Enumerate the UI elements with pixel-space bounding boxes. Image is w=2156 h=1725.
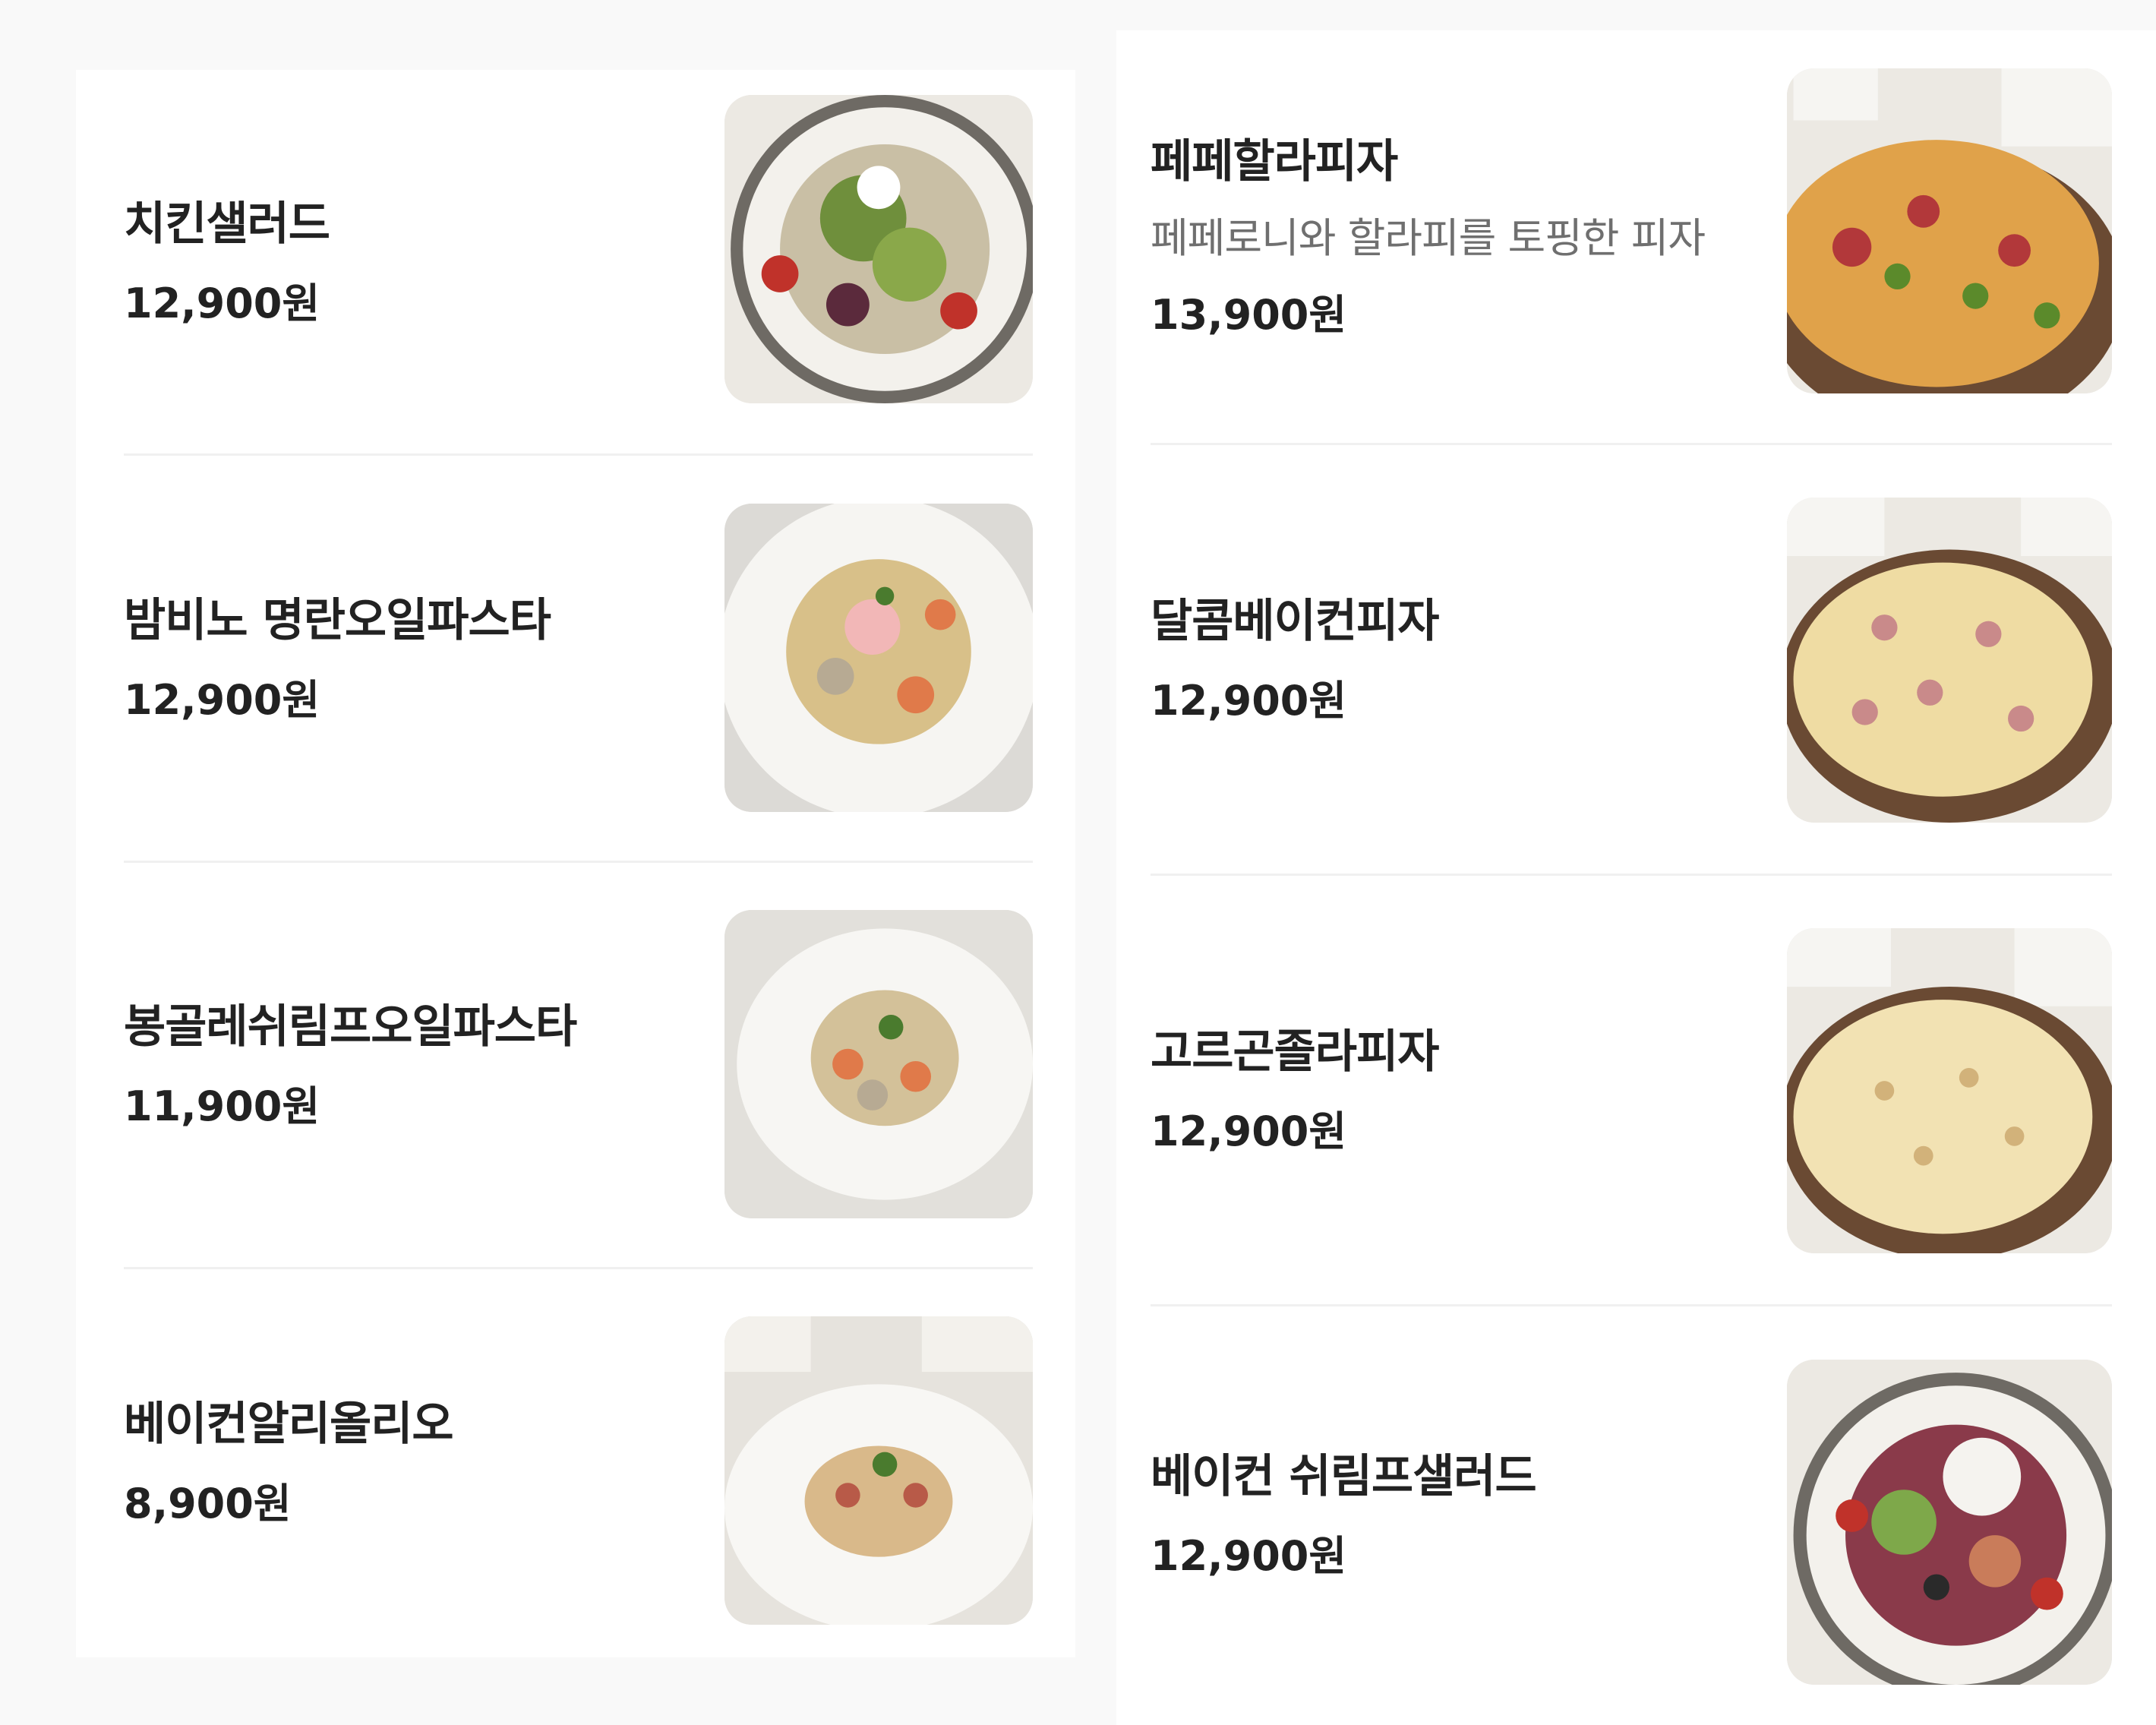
menu-item-name: 달콤베이컨피자 [1151, 594, 1439, 648]
pizza-photo[interactable] [1787, 928, 2112, 1253]
menu-item-name: 베이컨 쉬림프샐러드 [1151, 1450, 1537, 1503]
menu-item-text: 베이컨알리올리오 8,900원 [124, 1268, 454, 1657]
menu-item-description: 페페로니와 할라피를 토핑한 피자 [1151, 214, 1706, 262]
menu-item-text: 치킨샐러드 12,900원 [124, 70, 330, 455]
menu-item-text: 고르곤졸라피자 12,900원 [1151, 875, 1439, 1306]
menu-item-price: 12,900원 [124, 675, 320, 724]
salad-photo[interactable] [724, 95, 1033, 403]
menu-column-right: 페페할라피자 페페로니와 할라피를 토핑한 피자 13,900원 달콤베이컨피자… [1116, 30, 2156, 1725]
menu-item-text: 페페할라피자 페페로니와 할라피를 토핑한 피자 13,900원 [1151, 30, 1706, 444]
menu-item-price: 12,900원 [1151, 1107, 1347, 1155]
menu-item[interactable]: 밤비노 명란오일파스타 12,900원 [76, 456, 1075, 863]
menu-item-price: 8,900원 [124, 1480, 292, 1528]
menu-item-text: 밤비노 명란오일파스타 12,900원 [124, 456, 551, 862]
menu-item-price: 13,900원 [1151, 291, 1347, 339]
menu-item-name: 봉골레쉬림프오일파스타 [124, 1000, 577, 1054]
pizza-photo[interactable] [1787, 68, 2112, 393]
menu-item[interactable]: 베이컨 쉬림프샐러드 12,900원 [1116, 1306, 2156, 1725]
pasta-photo[interactable] [724, 910, 1033, 1218]
menu-item[interactable]: 고르곤졸라피자 12,900원 [1116, 875, 2156, 1306]
menu-item-text: 봉골레쉬림프오일파스타 11,900원 [124, 862, 577, 1268]
menu-item[interactable]: 치킨샐러드 12,900원 [76, 70, 1075, 456]
menu-item-text: 달콤베이컨피자 12,900원 [1151, 444, 1439, 875]
pasta-photo[interactable] [724, 504, 1033, 812]
menu-item[interactable]: 베이컨알리올리오 8,900원 [76, 1268, 1075, 1657]
menu-item-name: 베이컨알리올리오 [124, 1398, 454, 1451]
pasta-photo[interactable] [724, 1316, 1033, 1625]
pizza-photo[interactable] [1787, 498, 2112, 823]
menu-item-name: 치킨샐러드 [124, 197, 330, 251]
menu-item-name: 밤비노 명란오일파스타 [124, 593, 551, 647]
menu-item-name: 고르곤졸라피자 [1151, 1025, 1439, 1079]
menu-item[interactable]: 봉골레쉬림프오일파스타 11,900원 [76, 862, 1075, 1269]
menu-item-price: 11,900원 [124, 1082, 320, 1130]
menu-item-price: 12,900원 [1151, 676, 1347, 725]
menu-item-price: 12,900원 [1151, 1532, 1347, 1580]
menu-item-text: 베이컨 쉬림프샐러드 12,900원 [1151, 1306, 1537, 1725]
salad-photo[interactable] [1787, 1360, 2112, 1685]
menu-item[interactable]: 달콤베이컨피자 12,900원 [1116, 444, 2156, 876]
menu-item[interactable]: 페페할라피자 페페로니와 할라피를 토핑한 피자 13,900원 [1116, 30, 2156, 445]
menu-item-name: 페페할라피자 [1151, 135, 1398, 188]
menu-item-price: 12,900원 [124, 279, 320, 327]
menu-column-left: 치킨샐러드 12,900원 밤비노 명란오일파스타 12,900원 봉골레쉬림프… [76, 70, 1075, 1657]
